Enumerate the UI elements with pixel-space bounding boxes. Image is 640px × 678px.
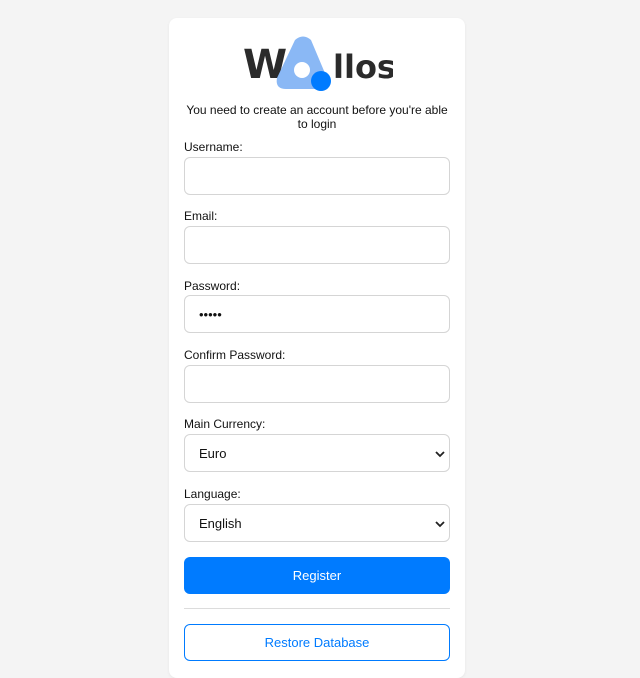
confirm-password-label: Confirm Password:: [184, 348, 286, 362]
password-label: Password:: [184, 279, 241, 293]
wallos-logo: W llos: [243, 35, 393, 93]
logo-dot-icon: [311, 71, 331, 91]
chevron-down-icon: [435, 521, 445, 528]
chevron-down-icon: [435, 451, 445, 458]
registration-card: W llos You need to create an account bef…: [169, 18, 465, 678]
logo-inner-circle-icon: [294, 62, 310, 78]
divider: [184, 608, 450, 609]
email-input[interactable]: [184, 226, 450, 264]
language-select[interactable]: English: [184, 504, 450, 542]
confirm-password-input[interactable]: [184, 365, 450, 403]
language-selected-value: English: [199, 516, 242, 531]
email-label: Email:: [184, 209, 218, 223]
language-label: Language:: [184, 487, 241, 501]
register-button[interactable]: Register: [184, 557, 450, 594]
logo-text-llos: llos: [333, 48, 393, 86]
currency-label: Main Currency:: [184, 417, 266, 431]
currency-select[interactable]: Euro: [184, 434, 450, 472]
currency-selected-value: Euro: [199, 446, 227, 461]
username-input[interactable]: [184, 157, 450, 195]
password-input[interactable]: [184, 295, 450, 333]
username-label: Username:: [184, 140, 243, 154]
restore-database-button[interactable]: Restore Database: [184, 624, 450, 661]
intro-message: You need to create an account before you…: [186, 103, 448, 131]
